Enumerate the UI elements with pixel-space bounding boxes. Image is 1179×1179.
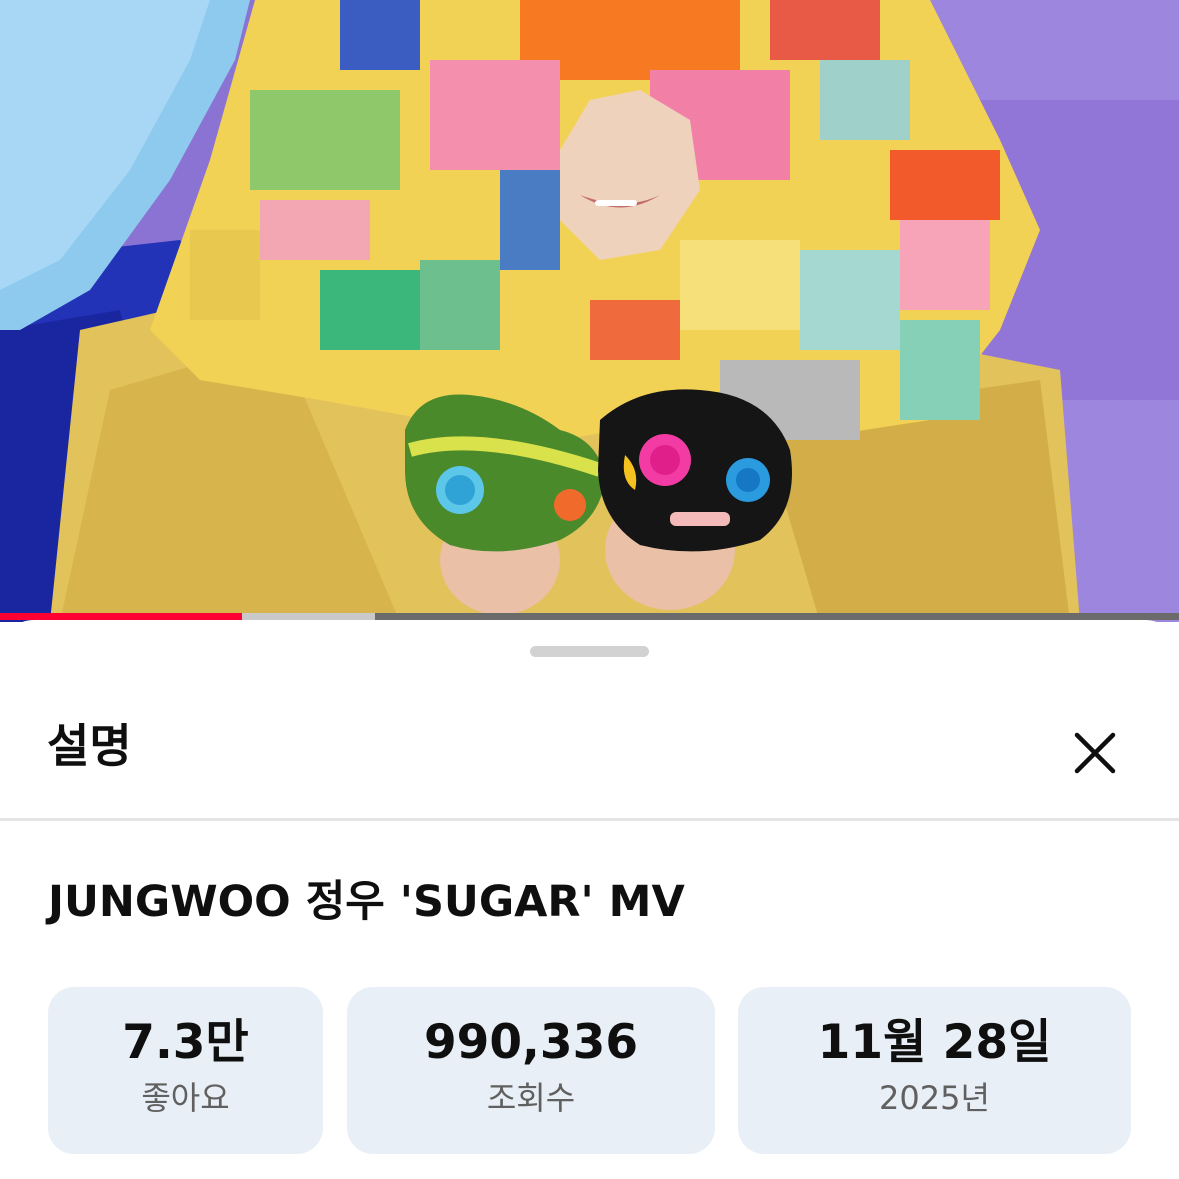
views-stat-card: 990,336 조회수 bbox=[347, 987, 715, 1154]
close-button[interactable] bbox=[1062, 720, 1128, 786]
views-label: 조회수 bbox=[486, 1079, 576, 1117]
likes-label: 좋아요 bbox=[141, 1079, 230, 1117]
upload-year: 2025년 bbox=[879, 1079, 990, 1117]
progress-played bbox=[0, 613, 242, 620]
video-title: JUNGWOO 정우 'SUGAR' MV bbox=[48, 877, 685, 927]
views-count: 990,336 bbox=[423, 1015, 639, 1070]
likes-count: 7.3만 bbox=[122, 1015, 249, 1070]
video-player[interactable] bbox=[0, 0, 1179, 622]
video-description-screen: 설명 JUNGWOO 정우 'SUGAR' MV 7.3만 좋아요 990,33… bbox=[0, 0, 1179, 1179]
sheet-title: 설명 bbox=[47, 719, 132, 773]
description-sheet: 설명 JUNGWOO 정우 'SUGAR' MV 7.3만 좋아요 990,33… bbox=[0, 620, 1179, 1179]
video-frame-image bbox=[0, 0, 1179, 622]
upload-date-card: 11월 28일 2025년 bbox=[738, 987, 1131, 1154]
drag-handle[interactable] bbox=[530, 646, 649, 657]
likes-stat-card: 7.3만 좋아요 bbox=[48, 987, 323, 1154]
upload-date: 11월 28일 bbox=[817, 1015, 1052, 1070]
close-icon bbox=[1074, 732, 1116, 774]
playback-progress-bar[interactable] bbox=[0, 613, 1179, 620]
header-divider bbox=[0, 818, 1179, 821]
